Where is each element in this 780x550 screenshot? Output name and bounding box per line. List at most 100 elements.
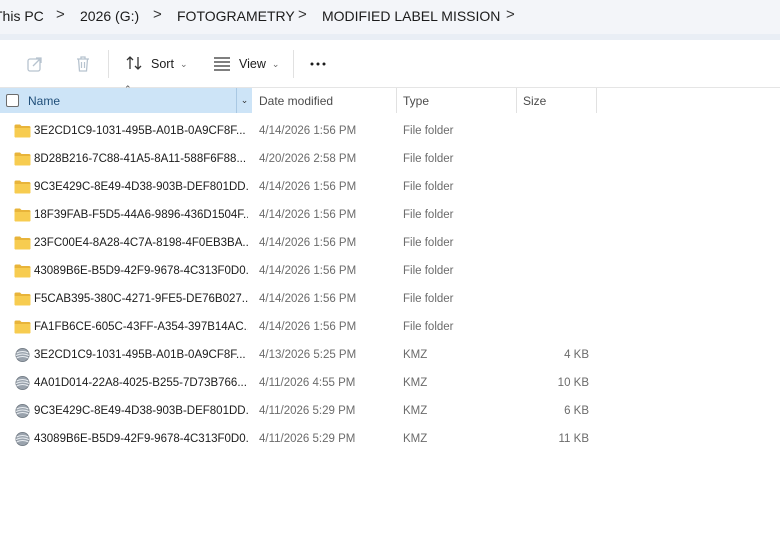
file-name: 18F39FAB-F5D5-44A6-9896-436D1504F... — [34, 209, 248, 221]
view-button[interactable]: View ⌄ — [213, 51, 279, 77]
breadcrumb-separator-icon[interactable]: > — [506, 6, 515, 23]
folder-icon — [14, 180, 31, 194]
file-row[interactable]: 4A01D014-22A8-4025-B255-7D73B766... 4/11/… — [0, 369, 780, 397]
file-size: 6 KB — [564, 405, 589, 417]
file-name: 4A01D014-22A8-4025-B255-7D73B766... — [34, 377, 247, 389]
view-label: View — [239, 57, 266, 71]
folder-icon — [14, 124, 31, 138]
breadcrumb-item-current-folder[interactable]: MODIFIED LABEL MISSION — [322, 8, 500, 24]
column-header-name[interactable]: ⌃ Name ⌄ — [0, 84, 252, 113]
folder-icon — [14, 152, 31, 166]
file-date-modified: 4/13/2026 5:25 PM — [259, 349, 357, 361]
breadcrumb-item-fotogrametry[interactable]: FOTOGRAMETRY — [177, 8, 295, 24]
folder-icon — [14, 208, 31, 222]
file-date-modified: 4/14/2026 1:56 PM — [259, 181, 357, 193]
file-date-modified: 4/14/2026 1:56 PM — [259, 209, 357, 221]
file-date-modified: 4/14/2026 1:56 PM — [259, 321, 357, 333]
column-name-label: Name — [28, 94, 61, 108]
file-type: KMZ — [403, 377, 428, 389]
breadcrumb-separator-icon[interactable]: > — [153, 6, 162, 23]
kmz-globe-icon — [14, 404, 31, 418]
column-header-size[interactable]: Size — [517, 88, 597, 113]
file-type: KMZ — [403, 349, 428, 361]
file-row[interactable]: 43089B6E-B5D9-42F9-9678-4C313F0D0... 4/14… — [0, 257, 780, 285]
file-name: 9C3E429C-8E49-4D38-903B-DEF801DD... — [34, 181, 248, 193]
file-row[interactable]: 23FC00E4-8A28-4C7A-8198-4F0EB3BA... 4/14/… — [0, 229, 780, 257]
file-type: File folder — [403, 321, 454, 333]
file-date-modified: 4/11/2026 5:29 PM — [259, 405, 356, 417]
file-date-modified: 4/11/2026 4:55 PM — [259, 377, 356, 389]
file-row[interactable]: 8D28B216-7C88-41A5-8A11-588F6F88... 4/20/… — [0, 145, 780, 173]
file-type: File folder — [403, 181, 454, 193]
sort-ascending-icon: ⌃ — [124, 84, 132, 94]
select-all-checkbox[interactable] — [6, 94, 19, 107]
file-row[interactable]: 18F39FAB-F5D5-44A6-9896-436D1504F... 4/14… — [0, 201, 780, 229]
file-type: File folder — [403, 153, 454, 165]
column-type-label: Type — [403, 94, 430, 108]
folder-icon — [14, 236, 31, 250]
chevron-down-icon: ⌄ — [179, 58, 188, 69]
file-row[interactable]: 43089B6E-B5D9-42F9-9678-4C313F0D0... 4/11… — [0, 425, 780, 453]
breadcrumb-item-drive[interactable]: 2026 (G:) — [80, 8, 139, 24]
folder-icon — [14, 264, 31, 278]
file-row[interactable]: 9C3E429C-8E49-4D38-903B-DEF801DD... 4/14/… — [0, 173, 780, 201]
file-name: 23FC00E4-8A28-4C7A-8198-4F0EB3BA... — [34, 237, 248, 249]
more-icon[interactable] — [309, 54, 329, 74]
kmz-globe-icon — [14, 432, 31, 446]
file-row[interactable]: 9C3E429C-8E49-4D38-903B-DEF801DD... 4/11/… — [0, 397, 780, 425]
file-date-modified: 4/14/2026 1:56 PM — [259, 293, 357, 305]
command-bar: Sort ⌄ View ⌄ — [0, 40, 780, 88]
column-size-label: Size — [523, 94, 547, 108]
file-name: 8D28B216-7C88-41A5-8A11-588F6F88... — [34, 153, 247, 165]
file-row[interactable]: 3E2CD1C9-1031-495B-A01B-0A9CF8F... 4/13/2… — [0, 341, 780, 369]
share-icon[interactable] — [25, 54, 45, 74]
folder-icon — [14, 320, 31, 334]
file-size: 10 KB — [557, 377, 589, 389]
file-name: 9C3E429C-8E49-4D38-903B-DEF801DD... — [34, 405, 248, 417]
file-type: File folder — [403, 265, 454, 277]
file-date-modified: 4/14/2026 1:56 PM — [259, 265, 357, 277]
file-name: 43089B6E-B5D9-42F9-9678-4C313F0D0... — [34, 433, 248, 445]
file-name: 43089B6E-B5D9-42F9-9678-4C313F0D0... — [34, 265, 248, 277]
kmz-globe-icon — [14, 376, 31, 390]
breadcrumb-item-this-pc[interactable]: This PC — [0, 8, 44, 24]
chevron-down-icon[interactable]: ⌄ — [236, 88, 252, 113]
sort-button[interactable]: Sort ⌄ — [125, 51, 187, 77]
file-date-modified: 4/14/2026 1:56 PM — [259, 237, 357, 249]
file-row[interactable]: FA1FB6CE-605C-43FF-A354-397B14AC... 4/14/… — [0, 313, 780, 341]
file-size: 11 KB — [558, 433, 589, 445]
file-date-modified: 4/20/2026 2:58 PM — [259, 153, 357, 165]
kmz-globe-icon — [14, 348, 31, 362]
column-divider[interactable] — [596, 88, 597, 113]
file-row[interactable]: 3E2CD1C9-1031-495B-A01B-0A9CF8F... 4/14/2… — [0, 117, 780, 145]
folder-icon — [14, 292, 31, 306]
trash-icon[interactable] — [73, 54, 93, 74]
breadcrumb-separator-icon[interactable]: > — [298, 6, 307, 23]
file-type: File folder — [403, 209, 454, 221]
column-header-date[interactable]: Date modified — [252, 88, 397, 113]
toolbar-separator — [293, 50, 294, 78]
file-size: 4 KB — [564, 349, 589, 361]
breadcrumb: This PC > 2026 (G:) > FOTOGRAMETRY > MOD… — [0, 0, 780, 34]
file-type: File folder — [403, 125, 454, 137]
file-type: KMZ — [403, 433, 428, 445]
sort-icon — [125, 54, 143, 75]
file-name: F5CAB395-380C-4271-9FE5-DE76B027... — [34, 293, 248, 305]
file-date-modified: 4/11/2026 5:29 PM — [259, 433, 356, 445]
file-row[interactable]: F5CAB395-380C-4271-9FE5-DE76B027... 4/14/… — [0, 285, 780, 313]
file-name: 3E2CD1C9-1031-495B-A01B-0A9CF8F... — [34, 125, 246, 137]
column-header-type[interactable]: Type — [397, 88, 517, 113]
file-date-modified: 4/14/2026 1:56 PM — [259, 125, 357, 137]
sort-label: Sort — [151, 57, 174, 71]
breadcrumb-separator-icon[interactable]: > — [56, 6, 65, 23]
file-type: File folder — [403, 293, 454, 305]
toolbar-separator — [108, 50, 109, 78]
file-name: 3E2CD1C9-1031-495B-A01B-0A9CF8F... — [34, 349, 246, 361]
file-type: File folder — [403, 237, 454, 249]
column-header: ⌃ Name ⌄ Date modified Type Size — [0, 84, 780, 113]
column-date-label: Date modified — [259, 94, 334, 108]
chevron-down-icon: ⌄ — [271, 58, 280, 69]
file-name: FA1FB6CE-605C-43FF-A354-397B14AC... — [34, 321, 248, 333]
file-type: KMZ — [403, 405, 428, 417]
view-list-icon — [213, 54, 231, 75]
